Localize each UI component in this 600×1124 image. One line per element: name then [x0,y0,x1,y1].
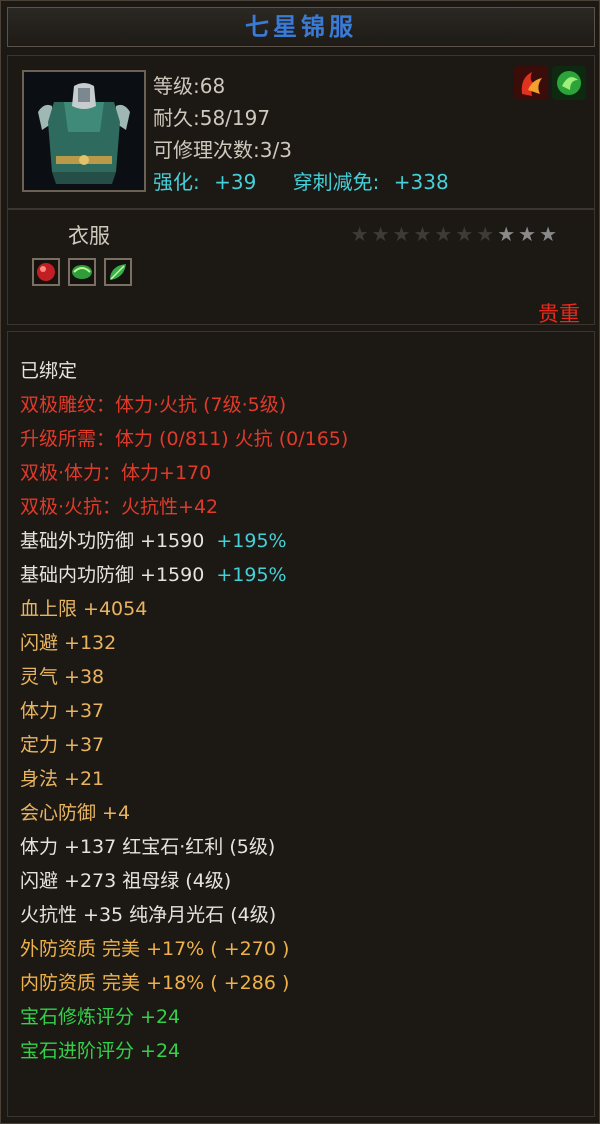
twin-fire-resist: 双极·火抗：火抗性+42 [20,496,219,518]
gem-bonus-1: 体力 +137 红宝石·红利 (5级) [20,836,276,858]
gem-advance-score: 宝石进阶评分 +24 [20,1040,181,1062]
item-type: 衣服 [68,224,110,248]
gem-bonus-2: 闪避 +273 祖母绿 (4级) [20,870,232,892]
dodge-bonus: 闪避 +132 [20,632,117,654]
bound-status: 已绑定 [20,360,78,382]
star-icon: ★ [455,222,474,246]
red-gem-slot-icon[interactable] [32,258,60,286]
star-rating: ★ ★ ★ ★ ★ ★ ★ ★ ★ ★ [351,222,560,246]
item-tooltip: 七星锦服 等级:68 耐久:58/197 可修理次数:3/3 强化: +39 穿… [0,0,600,1124]
star-icon: ★ [371,222,390,246]
star-icon: ★ [476,222,495,246]
star-icon: ★ [350,222,369,246]
item-name: 七星锦服 [245,13,357,41]
header-divider [8,208,594,210]
internal-defense: 基础内功防御 +1590 +195% [20,560,287,587]
pierce-label: 穿刺减免: [292,170,380,194]
focus-bonus: 定力 +37 [20,734,105,756]
star-icon: ★ [413,222,432,246]
item-details: 已绑定 双极雕纹：体力·火抗 (7级·5级) 升级所需：体力 (0/811) 火… [7,331,595,1117]
armor-portrait-icon [22,70,146,192]
spirit-bonus: 灵气 +38 [20,666,105,688]
star-icon: ★ [518,222,537,246]
rarity-label: 贵重 [538,302,580,326]
twin-pattern: 双极雕纹：体力·火抗 (7级·5级) [20,394,287,416]
external-quality: 外防资质 完美 +17% ( +270 ) [20,938,290,960]
durability-text: 耐久:58/197 [153,106,271,130]
internal-defense-pct: +195% [216,564,287,586]
external-defense-pct: +195% [216,530,287,552]
agility-bonus: 身法 +21 [20,768,105,790]
level-text: 等级:68 [153,74,226,98]
internal-defense-label: 基础内功防御 +1590 [20,564,205,586]
external-defense: 基础外功防御 +1590 +195% [20,526,287,553]
external-defense-label: 基础外功防御 +1590 [20,530,205,552]
star-icon: ★ [392,222,411,246]
star-icon: ★ [434,222,453,246]
enhance-value: +39 [214,170,257,194]
green-gem-slot-icon[interactable] [68,258,96,286]
repair-count-text: 可修理次数:3/3 [153,138,292,162]
item-header: 等级:68 耐久:58/197 可修理次数:3/3 强化: +39 穿刺减免: … [7,55,595,326]
enhance-row: 强化: +39 穿刺减免: +338 [153,166,449,195]
star-icon: ★ [539,222,557,246]
enhance-label: 强化: [153,170,200,194]
green-swirl-badge-icon [552,66,586,100]
gem-refine-score: 宝石修炼评分 +24 [20,1006,181,1028]
hp-bonus: 血上限 +4054 [20,598,148,620]
title-bar: 七星锦服 [7,7,595,47]
star-icon: ★ [497,222,516,246]
twin-vitality: 双极·体力：体力+170 [20,462,212,484]
red-claw-badge-icon [514,66,548,100]
pierce-value: +338 [393,170,449,194]
upgrade-requirement: 升级所需：体力 (0/811) 火抗 (0/165) [20,428,349,450]
internal-quality: 内防资质 完美 +18% ( +286 ) [20,972,290,994]
crit-defense-bonus: 会心防御 +4 [20,802,131,824]
gem-bonus-3: 火抗性 +35 纯净月光石 (4级) [20,904,277,926]
vitality-bonus: 体力 +37 [20,700,105,722]
leaf-gem-slot-icon[interactable] [104,258,132,286]
